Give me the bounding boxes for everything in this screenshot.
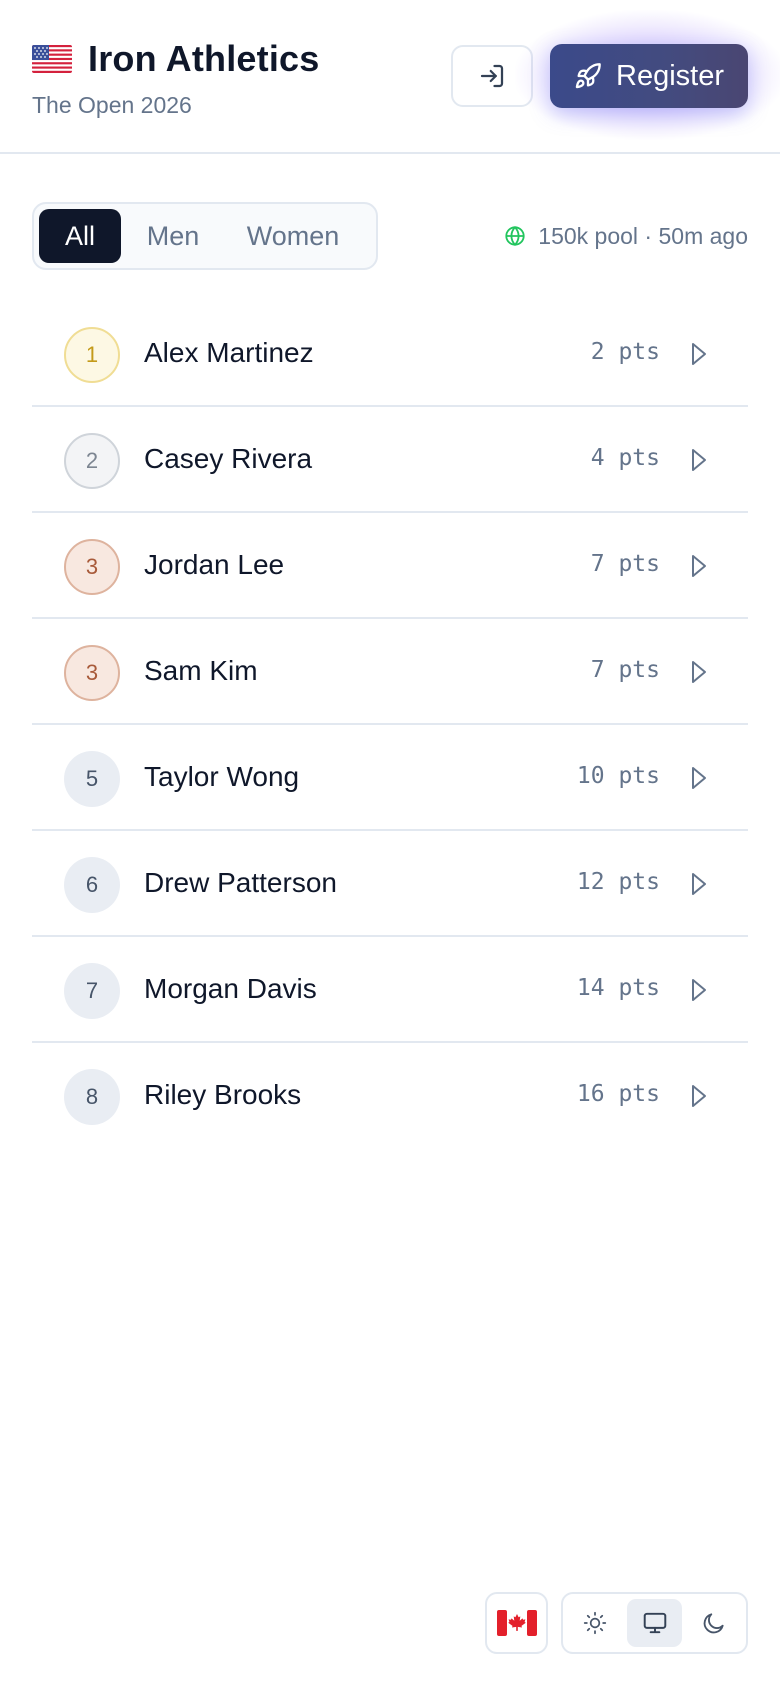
chevron-right-icon [692,1085,706,1107]
leaderboard-row[interactable]: 1 Alex Martinez 2 pts [32,301,748,407]
rank-badge: 3 [64,539,120,595]
athlete-name: Alex Martinez [144,337,314,368]
chevron-right-icon [692,555,706,577]
leaderboard-row[interactable]: 6 Drew Patterson 12 pts [32,831,748,937]
canada-flag-icon [496,1610,537,1636]
athlete-points: 7 pts [590,657,660,683]
us-flag-icon [32,45,72,73]
leaderboard-row[interactable]: 3 Sam Kim 7 pts [32,619,748,725]
rank-badge: 1 [64,327,120,383]
chevron-right-icon [692,661,706,683]
locale-button[interactable] [485,1592,548,1654]
chevron-right-icon [692,767,706,789]
monitor-icon [643,1612,666,1634]
chevron-right-icon [692,343,706,365]
tab-men[interactable]: Men [121,209,225,263]
leaderboard-row[interactable]: 8 Riley Brooks 16 pts [32,1043,748,1149]
tab-women[interactable]: Women [225,209,361,263]
register-label: Register [616,59,724,92]
athlete-name: Taylor Wong [144,761,300,792]
chevron-right-icon [692,873,706,895]
brand-title: Iron Athletics [88,38,320,79]
pool-status: 150k pool · 50m ago [504,220,748,252]
moon-icon [703,1613,724,1634]
register-button[interactable]: Register [550,44,748,108]
rank-badge: 5 [64,751,120,807]
athlete-points: 16 pts [576,1081,660,1107]
athlete-points: 14 pts [576,975,660,1001]
theme-light-button[interactable] [567,1599,623,1647]
rank-badge: 7 [64,963,120,1019]
athlete-name: Drew Patterson [144,867,337,898]
tab-all[interactable]: All [39,209,121,263]
athlete-name: Jordan Lee [144,549,285,580]
athlete-points: 4 pts [590,445,660,471]
athlete-name: Sam Kim [144,655,258,686]
rank-badge: 8 [64,1069,120,1125]
theme-switcher [561,1592,748,1654]
athlete-points: 7 pts [590,551,660,577]
theme-dark-button[interactable] [686,1599,742,1647]
app-header: Iron Athletics The Open 2026 Register [0,0,780,154]
chevron-right-icon [692,449,706,471]
theme-system-button[interactable] [626,1599,683,1647]
brand-subtitle: The Open 2026 [32,92,192,118]
sun-icon [583,1611,606,1635]
athlete-points: 2 pts [590,339,660,365]
athlete-name: Morgan Davis [144,973,317,1004]
sign-in-icon [480,64,504,88]
pool-text: 150k pool · 50m ago [538,222,748,249]
leaderboard-row[interactable]: 2 Casey Rivera 4 pts [32,407,748,513]
rank-badge: 6 [64,857,120,913]
athlete-name: Casey Rivera [144,443,313,474]
leaderboard-row[interactable]: 5 Taylor Wong 10 pts [32,725,748,831]
rocket-icon [575,63,601,89]
athlete-name: Riley Brooks [144,1079,302,1110]
chevron-right-icon [692,979,706,1001]
division-filter: All Men Women [32,202,378,270]
brand: Iron Athletics The Open 2026 [32,38,320,119]
athlete-points: 12 pts [576,869,660,895]
athlete-points: 10 pts [576,763,660,789]
globe-icon [505,225,525,247]
leaderboard: 1 Alex Martinez 2 pts 2 Casey Rivera 4 p… [32,301,748,1149]
rank-badge: 3 [64,645,120,701]
leaderboard-row[interactable]: 3 Jordan Lee 7 pts [32,513,748,619]
rank-badge: 2 [64,433,120,489]
leaderboard-row[interactable]: 7 Morgan Davis 14 pts [32,937,748,1043]
